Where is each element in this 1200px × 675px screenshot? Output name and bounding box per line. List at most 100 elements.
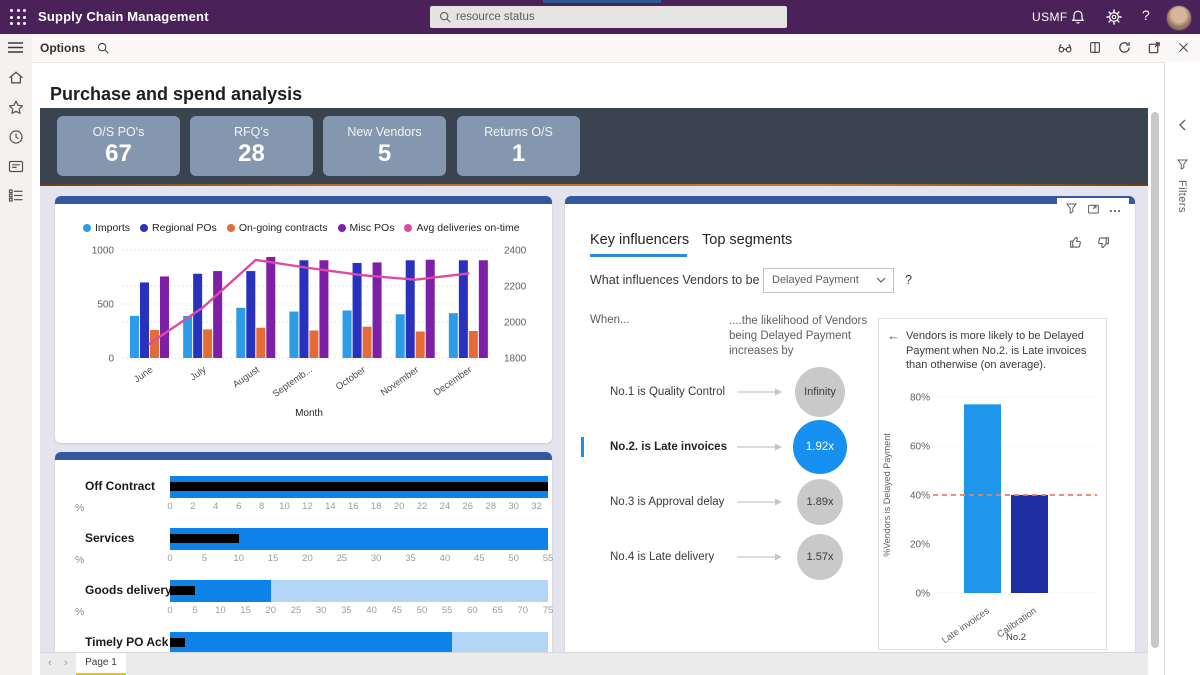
global-search-input[interactable] xyxy=(430,6,787,28)
notifications-bell-icon[interactable] xyxy=(1070,9,1086,30)
more-options-icon[interactable]: … xyxy=(1109,204,1122,212)
column-bar[interactable] xyxy=(479,260,488,358)
refresh-icon[interactable] xyxy=(1117,40,1132,55)
column-bar[interactable] xyxy=(150,330,159,358)
legend-item[interactable]: Avg deliveries on-time xyxy=(404,222,519,234)
vertical-scrollbar[interactable] xyxy=(1151,112,1159,648)
legend-dot xyxy=(83,224,91,232)
close-icon[interactable] xyxy=(1177,41,1190,54)
kpi-tile-returns-os[interactable]: Returns O/S 1 xyxy=(457,116,580,176)
open-in-new-window-icon[interactable] xyxy=(1147,40,1162,55)
tab-top-segments[interactable]: Top segments xyxy=(702,232,792,248)
global-search-box[interactable] xyxy=(430,6,787,28)
column-bar[interactable] xyxy=(449,313,458,358)
bullet-row-unit: % xyxy=(75,606,84,618)
comparison-bar[interactable] xyxy=(1011,495,1048,593)
column-bar[interactable] xyxy=(193,274,202,358)
column-bar[interactable] xyxy=(406,260,415,358)
influencer-row[interactable]: No.1 is Quality ControlInfinity xyxy=(565,367,877,417)
home-icon[interactable] xyxy=(7,69,25,91)
column-bar[interactable] xyxy=(353,263,362,358)
bullet-axis-tick-label: 45 xyxy=(392,605,403,616)
form-search-icon[interactable] xyxy=(96,41,110,60)
influencer-row[interactable]: No.2. is Late invoices1.92x xyxy=(565,422,877,472)
column-bar[interactable] xyxy=(140,282,149,358)
bullet-bar[interactable] xyxy=(170,528,548,550)
app-launcher-waffle-icon[interactable] xyxy=(10,9,27,26)
metric-dropdown-value: Delayed Payment xyxy=(772,274,859,286)
workspaces-icon[interactable] xyxy=(7,158,25,180)
filters-funnel-icon[interactable] xyxy=(1176,158,1189,176)
y-axis-title: %Vendors is Delayed Payment xyxy=(882,433,892,557)
column-bar[interactable] xyxy=(213,271,222,358)
bullet-axis-tick-label: 70 xyxy=(518,605,529,616)
x-axis-category-label: July xyxy=(188,364,208,383)
comparison-bar[interactable] xyxy=(964,404,1001,593)
attachments-icon[interactable] xyxy=(1088,40,1102,55)
column-bar[interactable] xyxy=(130,316,139,358)
metric-dropdown[interactable]: Delayed Payment xyxy=(763,268,894,293)
column-bar[interactable] xyxy=(236,308,245,358)
influencer-question-text: What influences Vendors to be xyxy=(590,273,760,287)
recent-clock-icon[interactable] xyxy=(7,128,25,151)
legend-item[interactable]: Imports xyxy=(83,222,130,234)
influencer-value-circle[interactable]: 1.92x xyxy=(793,420,847,474)
next-page-arrow-icon[interactable]: › xyxy=(64,657,68,669)
column-bar[interactable] xyxy=(319,260,328,358)
column-bar[interactable] xyxy=(309,330,318,358)
bullet-bar[interactable] xyxy=(170,580,548,602)
column-bar[interactable] xyxy=(289,312,298,358)
bullet-primary-segment xyxy=(170,632,452,654)
company-selector[interactable]: USMF xyxy=(1032,10,1068,24)
bullet-value-bar xyxy=(170,638,185,647)
kpi-tile-new-vendors[interactable]: New Vendors 5 xyxy=(323,116,446,176)
tab-key-influencers[interactable]: Key influencers xyxy=(590,232,689,248)
influencer-row[interactable]: No.4 is Late delivery1.57x xyxy=(565,532,877,582)
influencer-value-circle[interactable]: 1.57x xyxy=(797,534,843,580)
focus-mode-icon[interactable] xyxy=(1087,202,1100,215)
bullet-bar[interactable] xyxy=(170,632,548,654)
column-bar[interactable] xyxy=(246,271,255,358)
kpi-tile-rfqs[interactable]: RFQ's 28 xyxy=(190,116,313,176)
previous-page-arrow-icon[interactable]: ‹ xyxy=(48,657,52,669)
column-bar[interactable] xyxy=(363,327,372,358)
legend-item[interactable]: Misc POs xyxy=(338,222,395,234)
hamburger-menu-icon[interactable] xyxy=(7,40,24,60)
filter-funnel-icon[interactable] xyxy=(1065,202,1078,215)
options-menu-button[interactable]: Options xyxy=(40,41,85,55)
column-bar[interactable] xyxy=(343,310,352,358)
bullet-bar[interactable] xyxy=(170,476,548,498)
column-bar[interactable] xyxy=(396,314,405,358)
column-bar[interactable] xyxy=(160,276,169,358)
influencer-value-circle[interactable]: Infinity xyxy=(795,367,845,417)
column-bar[interactable] xyxy=(266,257,275,358)
right-axis-tick-label: 2400 xyxy=(504,246,527,257)
settings-gear-icon[interactable] xyxy=(1106,9,1122,30)
bullet-axis-tick-label: 10 xyxy=(279,501,290,512)
thumbs-down-icon[interactable] xyxy=(1094,234,1111,251)
column-bar[interactable] xyxy=(416,332,425,358)
help-icon[interactable]: ? xyxy=(1142,7,1150,23)
bullet-axis-tick-label: 14 xyxy=(325,501,336,512)
glasses-icon[interactable] xyxy=(1057,41,1073,55)
trend-chart: 050010001800200022002400JuneJulyAugustSe… xyxy=(55,238,552,443)
y-axis-tick-label: 80% xyxy=(910,393,930,404)
legend-item[interactable]: Regional POs xyxy=(140,222,217,234)
column-bar[interactable] xyxy=(426,260,435,358)
influencer-row[interactable]: No.3 is Approval delay1.89x xyxy=(565,477,877,527)
kpi-tile-os-pos[interactable]: O/S PO's 67 xyxy=(57,116,180,176)
influencer-help-icon[interactable]: ? xyxy=(905,273,912,287)
page-tab[interactable]: Page 1 xyxy=(76,653,126,675)
column-bar[interactable] xyxy=(203,329,212,358)
user-avatar[interactable] xyxy=(1166,5,1192,31)
column-bar[interactable] xyxy=(469,331,478,358)
influencer-value-circle[interactable]: 1.89x xyxy=(797,479,843,525)
thumbs-up-icon[interactable] xyxy=(1068,234,1085,251)
favorites-star-icon[interactable] xyxy=(7,99,25,121)
column-bar[interactable] xyxy=(299,260,308,358)
legend-item[interactable]: On-going contracts xyxy=(227,222,328,234)
column-bar[interactable] xyxy=(256,328,265,358)
expand-filters-chevron-icon[interactable] xyxy=(1178,118,1187,136)
modules-list-icon[interactable] xyxy=(7,187,25,209)
column-bar[interactable] xyxy=(183,316,192,358)
